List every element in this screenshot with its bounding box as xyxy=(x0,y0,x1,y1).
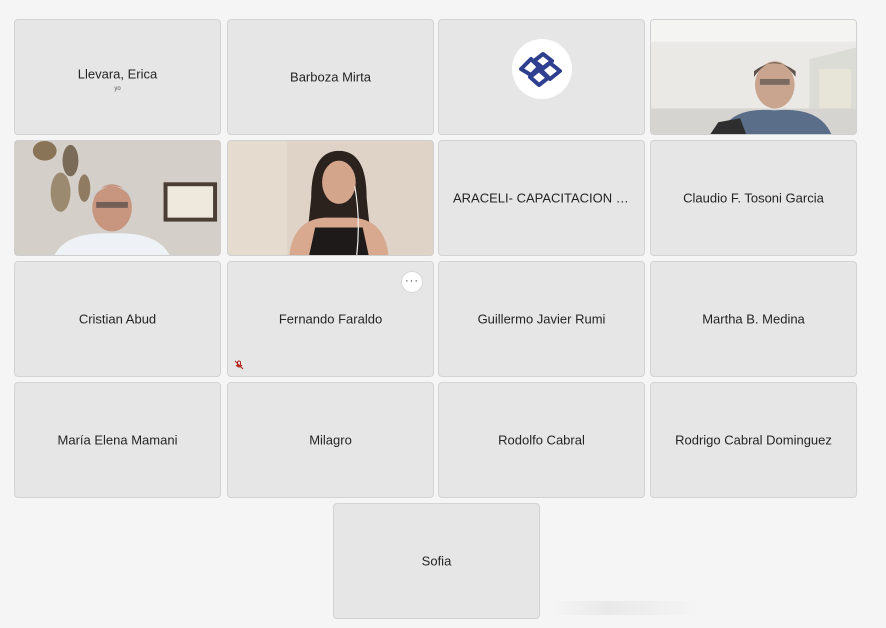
participant-tile-fernando-faraldo[interactable]: Fernando Faraldo ··· xyxy=(227,261,434,377)
participant-tile-guillermo-rumi[interactable]: Guillermo Javier Rumi xyxy=(438,261,645,377)
video-feed xyxy=(651,20,856,134)
participant-tile-sofia[interactable]: Sofia xyxy=(333,503,540,619)
participant-tile-milagro[interactable]: Milagro xyxy=(227,382,434,498)
participant-name: Guillermo Javier Rumi xyxy=(477,311,606,327)
participant-tile-maria-elena-mamani[interactable]: María Elena Mamani xyxy=(14,382,221,498)
participant-tile-martha-medina[interactable]: Martha B. Medina xyxy=(650,261,857,377)
mic-off-icon xyxy=(234,360,244,370)
meeting-gallery-view: Llevara, Erica yo Barboza Mirta ARACELI-… xyxy=(0,0,886,628)
participant-video-tile-3[interactable] xyxy=(227,140,434,256)
participant-video-tile-1[interactable] xyxy=(650,19,857,135)
participant-name: María Elena Mamani xyxy=(57,432,178,448)
cpce-logo-icon xyxy=(512,39,572,99)
participant-name: Claudio F. Tosoni Garcia xyxy=(683,190,824,206)
participant-tile-araceli[interactable]: ARACELI- CAPACITACION CPCE-LP xyxy=(438,140,645,256)
participant-name: Fernando Faraldo xyxy=(278,311,383,327)
video-feed xyxy=(15,141,220,255)
participant-self-label: yo xyxy=(114,86,121,92)
participant-video-tile-2[interactable] xyxy=(14,140,221,256)
participant-tile-logo[interactable] xyxy=(438,19,645,135)
participant-name: Milagro xyxy=(309,432,352,448)
participant-tile-rodrigo-cabral-dominguez[interactable]: Rodrigo Cabral Dominguez xyxy=(650,382,857,498)
participant-name: Rodrigo Cabral Dominguez xyxy=(675,432,832,448)
participant-name: Cristian Abud xyxy=(78,311,157,327)
participant-name: ARACELI- CAPACITACION CPCE-LP xyxy=(453,190,644,206)
participant-name: Rodolfo Cabral xyxy=(498,432,585,448)
participant-tile-claudio-tosoni[interactable]: Claudio F. Tosoni Garcia xyxy=(650,140,857,256)
status-bar-shadow xyxy=(550,601,700,615)
participant-tile-barboza-mirta[interactable]: Barboza Mirta xyxy=(227,19,434,135)
more-options-icon[interactable]: ··· xyxy=(401,271,423,293)
participant-name: Barboza Mirta xyxy=(290,69,371,85)
participant-name: Llevara, Erica xyxy=(77,66,158,82)
participant-tile-llevara-erica[interactable]: Llevara, Erica yo xyxy=(14,19,221,135)
video-feed xyxy=(228,141,433,255)
participant-tile-cristian-abud[interactable]: Cristian Abud xyxy=(14,261,221,377)
participant-tile-rodolfo-cabral[interactable]: Rodolfo Cabral xyxy=(438,382,645,498)
participant-name: Sofia xyxy=(421,553,452,569)
participant-name: Martha B. Medina xyxy=(702,311,805,327)
